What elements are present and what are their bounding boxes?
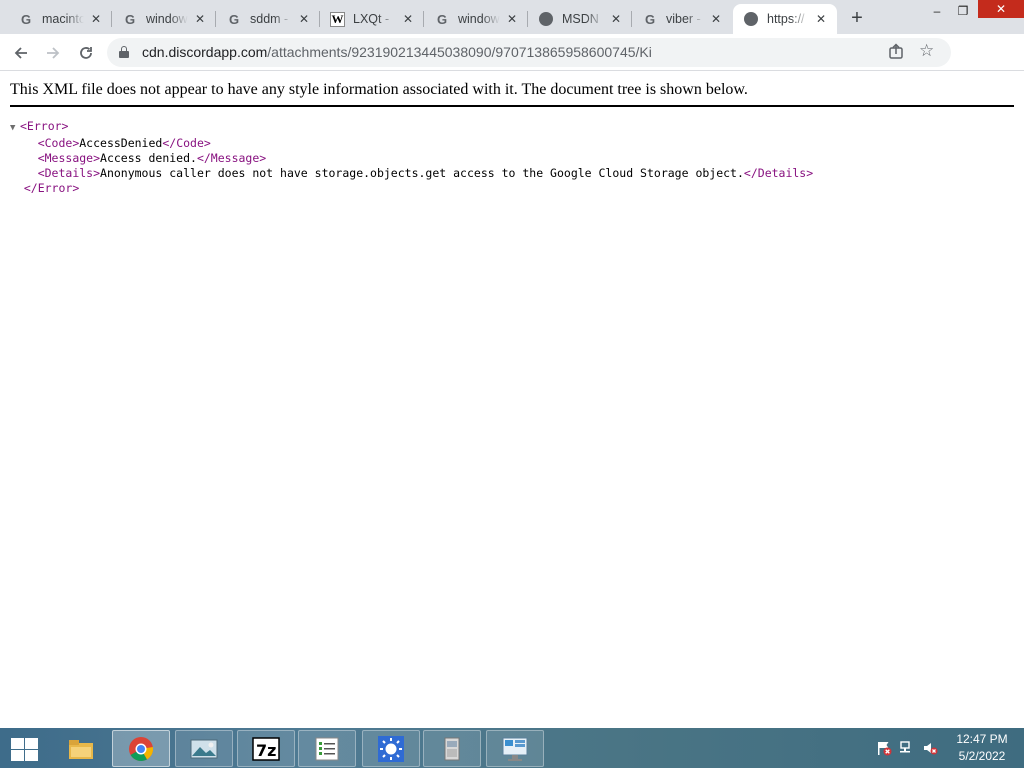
forward-button[interactable]	[40, 40, 66, 66]
xml-root-open-line: ▼ <Error>	[10, 119, 813, 136]
url-text[interactable]: cdn.discordapp.com/attachments/923190213…	[142, 44, 652, 60]
globe-icon	[538, 11, 554, 27]
reload-icon	[80, 47, 92, 59]
tab-label: LXQt -	[353, 12, 396, 26]
tab-strip: G macintosh ✕ G windows ✕ G sddm - ✕ W L…	[0, 0, 1024, 34]
close-icon[interactable]: ✕	[708, 11, 724, 27]
xml-style-notice: This XML file does not appear to have an…	[10, 81, 1014, 107]
network-icon[interactable]	[898, 740, 914, 756]
taskbar-7zip[interactable]: 7z	[237, 730, 295, 767]
xml-tree: ▼ <Error> <Code>AccessDenied</Code> <Mess…	[10, 119, 813, 196]
xml-root-close-line: </Error>	[10, 181, 813, 196]
share-icon[interactable]	[887, 43, 905, 61]
reload-button[interactable]	[73, 40, 99, 66]
google-icon: G	[644, 11, 656, 27]
xml-tag: <Code>	[37, 136, 80, 150]
clock-date: 5/2/2022	[958, 749, 1006, 763]
tab-1[interactable]: G macintosh ✕	[8, 4, 112, 34]
tab-label: viber -	[666, 12, 704, 26]
new-tab-button[interactable]: +	[845, 6, 869, 30]
tab-label: windows	[146, 12, 188, 26]
xml-message-line: <Message>Access denied.</Message>	[10, 151, 813, 166]
taskbar-control-panel[interactable]	[486, 730, 544, 767]
tab-2[interactable]: G windows ✕	[112, 4, 216, 34]
xml-tag: </Message>	[196, 151, 267, 165]
system-tray	[872, 740, 942, 758]
close-icon[interactable]: ✕	[813, 11, 829, 27]
tab-label: macintosh	[42, 12, 84, 26]
7zip-icon: 7z	[252, 736, 280, 761]
xml-code-line: <Code>AccessDenied</Code>	[10, 136, 813, 151]
taskbar-chrome[interactable]	[112, 730, 170, 767]
url-path: /attachments/923190213445038090/97071386…	[267, 44, 652, 60]
taskbar: 7z	[0, 728, 1024, 768]
xml-text: AccessDenied	[79, 136, 163, 150]
tab-label: https://	[767, 12, 809, 26]
taskbar-notepad-list[interactable]	[298, 730, 356, 767]
close-icon[interactable]: ✕	[504, 11, 520, 27]
taskbar-clock[interactable]: 12:47 PM 5/2/2022	[944, 731, 1020, 765]
taskbar-file-explorer[interactable]	[52, 730, 110, 767]
close-icon[interactable]: ✕	[608, 11, 624, 27]
xml-tag: <Error>	[20, 119, 69, 133]
xml-tag: </Details>	[743, 166, 814, 180]
photo-viewer-icon	[190, 739, 218, 758]
xml-tag: <Message>	[37, 151, 101, 165]
clock-time: 12:47 PM	[956, 732, 1008, 746]
back-button[interactable]	[8, 40, 34, 66]
browser-toolbar: cdn.discordapp.com/attachments/923190213…	[0, 34, 1024, 95]
xml-details-line: <Details>Anonymous caller does not have …	[10, 166, 813, 181]
tab-label: windows	[458, 12, 500, 26]
google-icon: G	[436, 11, 448, 27]
chrome-icon	[129, 736, 154, 761]
tab-label: sddm -	[250, 12, 292, 26]
google-icon: G	[20, 11, 32, 27]
google-icon: G	[124, 11, 136, 27]
xml-text: Anonymous caller does not have storage.o…	[100, 166, 744, 180]
page-content: This XML file does not appear to have an…	[0, 72, 1024, 728]
xml-text: Access denied.	[100, 151, 197, 165]
globe-icon	[743, 11, 759, 27]
close-icon[interactable]: ✕	[192, 11, 208, 27]
tab-5[interactable]: G windows ✕	[424, 4, 528, 34]
arrow-right-icon	[47, 47, 60, 59]
svg-text:7z: 7z	[256, 741, 276, 760]
archive-app-icon	[444, 737, 460, 760]
taskbar-photo-viewer[interactable]	[175, 730, 233, 767]
windows-start-icon[interactable]	[8, 736, 40, 762]
close-icon[interactable]: ✕	[88, 11, 104, 27]
arrow-left-icon	[14, 47, 27, 59]
wikipedia-icon: W	[330, 11, 345, 27]
window-close-button[interactable]: ✕	[978, 0, 1024, 18]
notepad-list-icon	[315, 737, 339, 760]
lock-icon[interactable]	[119, 46, 129, 58]
bookmark-star-icon[interactable]: ☆	[919, 41, 934, 61]
xml-tag: <Details>	[37, 166, 101, 180]
url-host: cdn.discordapp.com	[142, 44, 268, 60]
close-icon[interactable]: ✕	[400, 11, 416, 27]
file-explorer-icon	[69, 739, 93, 759]
minimize-button[interactable]: –	[920, 0, 954, 22]
tab-3[interactable]: G sddm - ✕	[216, 4, 320, 34]
google-icon: G	[228, 11, 240, 27]
tab-label: MSDN	[562, 12, 604, 26]
tab-active[interactable]: https:// ✕	[733, 4, 837, 34]
volume-muted-icon[interactable]	[922, 740, 938, 756]
action-center-flag-icon[interactable]	[876, 740, 892, 756]
taskbar-sun-app[interactable]	[362, 730, 420, 767]
close-icon[interactable]: ✕	[296, 11, 312, 27]
sun-app-icon	[378, 735, 404, 762]
taskbar-archive-app[interactable]	[423, 730, 481, 767]
control-panel-icon	[502, 737, 528, 761]
tab-6[interactable]: MSDN ✕	[528, 4, 632, 34]
collapse-triangle-icon[interactable]: ▼	[10, 121, 20, 136]
maximize-button[interactable]: ❐	[950, 0, 976, 22]
tab-4[interactable]: W LXQt - ✕	[320, 4, 424, 34]
tab-7[interactable]: G viber - ✕	[632, 4, 732, 34]
address-bar[interactable]: cdn.discordapp.com/attachments/923190213…	[107, 38, 951, 67]
xml-tag: </Error>	[23, 181, 80, 195]
xml-tag: </Code>	[162, 136, 211, 150]
